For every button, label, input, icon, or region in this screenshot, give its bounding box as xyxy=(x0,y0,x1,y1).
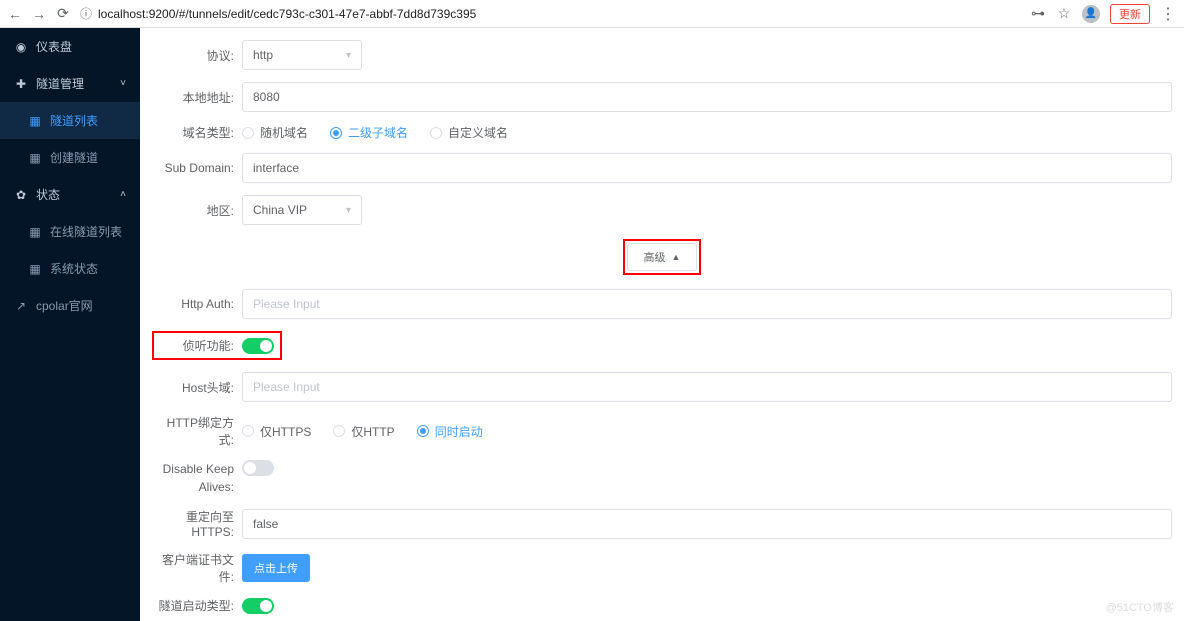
browser-bar: ← → ⟳ ⓘ localhost:9200/#/tunnels/edit/ce… xyxy=(0,0,1184,28)
chevron-up-icon: ▲ xyxy=(672,252,681,262)
domain-type-label: 域名类型: xyxy=(152,124,234,141)
grid-icon: ▦ xyxy=(28,114,42,128)
nav-back[interactable]: ← xyxy=(8,6,22,22)
grid-icon: ▦ xyxy=(28,151,42,165)
sidebar-item-tunnel-list[interactable]: ▦ 隧道列表 xyxy=(0,102,140,139)
redirect-https-input[interactable] xyxy=(242,509,1172,539)
listen-label: 侦听功能: xyxy=(160,337,234,354)
protocol-label: 协议: xyxy=(152,47,234,64)
menu-vdots-icon[interactable]: ⋮ xyxy=(1160,4,1176,24)
star-icon[interactable]: ☆ xyxy=(1056,6,1072,22)
upload-button[interactable]: 点击上传 xyxy=(242,554,310,582)
http-auth-label: Http Auth: xyxy=(152,297,234,311)
grid-icon: ▦ xyxy=(28,225,42,239)
highlight-advanced: 高级 ▲ xyxy=(623,239,702,275)
chevron-down-icon: ▾ xyxy=(346,205,351,216)
sidebar-item-label: cpolar官网 xyxy=(36,297,93,314)
sidebar-item-label: 系统状态 xyxy=(50,260,98,277)
sidebar-item-label: 隧道管理 xyxy=(36,75,84,92)
sidebar-item-label: 隧道列表 xyxy=(50,112,98,129)
chevron-down-icon: ▾ xyxy=(346,50,351,61)
plus-icon: ✚ xyxy=(14,77,28,91)
listen-switch[interactable] xyxy=(242,338,274,354)
domain-type-radio-group: 随机域名 二级子域名 自定义域名 xyxy=(242,124,1172,141)
key-icon[interactable]: ⊶ xyxy=(1030,6,1046,22)
sidebar-item-tunnel-mgmt[interactable]: ✚ 隧道管理 ˅ xyxy=(0,65,140,102)
radio-custom-domain[interactable]: 自定义域名 xyxy=(430,124,508,141)
sidebar-item-label: 仪表盘 xyxy=(36,38,72,55)
local-addr-input[interactable] xyxy=(242,82,1172,112)
local-addr-label: 本地地址: xyxy=(152,89,234,106)
radio-subdomain[interactable]: 二级子域名 xyxy=(330,124,408,141)
host-header-label: Host头域: xyxy=(152,379,234,396)
sidebar-item-label: 创建隧道 xyxy=(50,149,98,166)
chevron-up-icon: ˄ xyxy=(120,189,126,200)
sidebar-item-cpolar-site[interactable]: ↗ cpolar官网 xyxy=(0,287,140,324)
http-bind-radio-group: 仅HTTPS 仅HTTP 同时启动 xyxy=(242,423,1172,440)
protocol-select[interactable]: http ▾ xyxy=(242,40,362,70)
sidebar-item-status[interactable]: ✿ 状态 ˄ xyxy=(0,176,140,213)
advanced-button[interactable]: 高级 ▲ xyxy=(627,243,698,271)
highlight-listen: 侦听功能: xyxy=(152,331,282,360)
sidebar-item-dashboard[interactable]: ◉ 仪表盘 xyxy=(0,28,140,65)
info-icon: ⓘ xyxy=(80,5,92,22)
watermark: @51CTO博客 xyxy=(1106,599,1174,615)
sidebar-item-label: 状态 xyxy=(36,186,60,203)
region-label: 地区: xyxy=(152,202,234,219)
radio-both[interactable]: 同时启动 xyxy=(417,423,483,440)
client-cert-label: 客户端证书文件: xyxy=(152,551,234,585)
main-content: 协议: http ▾ 本地地址: 域名类型: 随机域名 二级子域名 自定义域名 xyxy=(140,28,1184,621)
sidebar: ◉ 仪表盘 ✚ 隧道管理 ˅ ▦ 隧道列表 ▦ 创建隧道 ✿ 状态 ˄ ▦ 在线… xyxy=(0,28,140,621)
sidebar-item-system-status[interactable]: ▦ 系统状态 xyxy=(0,250,140,287)
disable-keepalive-label: Disable Keep Alives: xyxy=(152,460,234,496)
http-bind-label: HTTP绑定方式: xyxy=(152,414,234,448)
tunnel-start-label: 隧道启动类型: xyxy=(152,597,234,614)
radio-random-domain[interactable]: 随机域名 xyxy=(242,124,308,141)
dashboard-icon: ◉ xyxy=(14,40,28,54)
extension-update-button[interactable]: 更新 xyxy=(1110,4,1150,24)
http-auth-input[interactable] xyxy=(242,289,1172,319)
grid-icon: ▦ xyxy=(28,262,42,276)
url-text: localhost:9200/#/tunnels/edit/cedc793c-c… xyxy=(98,7,476,21)
sub-domain-label: Sub Domain: xyxy=(152,161,234,175)
gear-icon: ✿ xyxy=(14,188,28,202)
host-header-input[interactable] xyxy=(242,372,1172,402)
sub-domain-input[interactable] xyxy=(242,153,1172,183)
tunnel-start-switch[interactable] xyxy=(242,598,274,614)
radio-https-only[interactable]: 仅HTTPS xyxy=(242,423,311,440)
sidebar-item-online-tunnels[interactable]: ▦ 在线隧道列表 xyxy=(0,213,140,250)
sidebar-item-create-tunnel[interactable]: ▦ 创建隧道 xyxy=(0,139,140,176)
nav-reload[interactable]: ⟳ xyxy=(56,5,70,22)
nav-forward[interactable]: → xyxy=(32,6,46,22)
sidebar-item-label: 在线隧道列表 xyxy=(50,223,122,240)
region-select[interactable]: China VIP ▾ xyxy=(242,195,362,225)
radio-http-only[interactable]: 仅HTTP xyxy=(333,423,394,440)
url-bar[interactable]: ⓘ localhost:9200/#/tunnels/edit/cedc793c… xyxy=(80,5,1020,22)
avatar[interactable]: 👤 xyxy=(1082,5,1100,23)
redirect-https-label: 重定向至HTTPS: xyxy=(152,508,234,539)
chevron-down-icon: ˅ xyxy=(120,78,126,89)
disable-keepalive-switch[interactable] xyxy=(242,460,274,476)
external-link-icon: ↗ xyxy=(14,299,28,313)
